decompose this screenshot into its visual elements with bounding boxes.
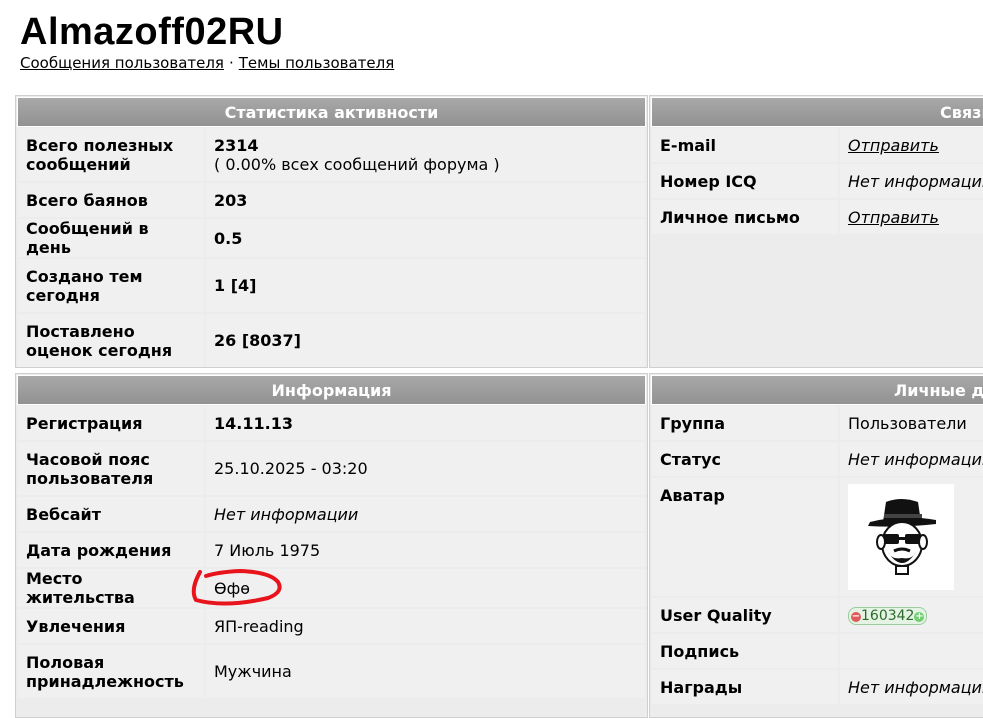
row-value: Отправить [840,200,983,234]
row-label: Увлечения [18,609,204,643]
profile-nav: Сообщения пользователя · Темы пользователя [20,53,394,73]
activity-stats-header: Статистика активности [17,97,646,127]
row-value: −160342+ [840,598,983,632]
row-value: 7 Июль 1975 [206,533,645,567]
row-value: 2314( 0.00% всех сообщений форума ) [206,128,645,181]
row-label: Место жительства [18,569,204,607]
information-header: Информация [17,375,646,405]
send-pm-link[interactable]: Отправить [848,208,939,227]
table-row: Место жительства Өфө [18,569,645,607]
row-label: Личное письмо [652,200,838,234]
user-topics-link[interactable]: Темы пользователя [239,54,395,72]
row-label: Подпись [652,634,838,668]
row-label: Половая принадлежность [18,645,204,698]
information-table: Регистрация 14.11.13 Часовой пояс пользо… [16,404,647,700]
table-row: Увлечения ЯП-reading [18,609,645,643]
row-label: Дата рождения [18,533,204,567]
total-posts-value: 2314 [214,135,259,155]
row-label: Номер ICQ [652,164,838,198]
row-value: Мужчина [206,645,645,698]
heisenberg-avatar-icon [848,484,954,590]
row-label: User Quality [652,598,838,632]
row-label: Часовой пояс пользователя [18,442,204,495]
table-row: Группа Пользователи [652,406,983,440]
row-value [840,478,983,596]
row-label: Вебсайт [18,497,204,531]
table-row: User Quality −160342+ [652,598,983,632]
table-row: E-mail Отправить [652,128,983,162]
activity-stats-panel: Статистика активности Всего полезных соо… [15,95,648,368]
row-label: Всего полезных сообщений [18,128,204,181]
row-label: Создано тем сегодня [18,259,204,312]
location-value: Өфө [206,569,645,607]
contacts-panel: Связь E-mail Отправить Номер ICQ Нет инф… [649,95,983,368]
send-email-link[interactable]: Отправить [848,136,939,155]
row-value: 25.10.2025 - 03:20 [206,442,645,495]
avatar [848,484,954,590]
row-label: Регистрация [18,406,204,440]
row-value: 26 [8037] [206,314,645,367]
personal-data-header: Личные данные [651,375,983,405]
table-row: Аватар [652,478,983,596]
row-value: Нет информации [840,670,983,704]
row-label: Награды [652,670,838,704]
row-label: Поставлено оценок сегодня [18,314,204,367]
information-panel: Информация Регистрация 14.11.13 Часовой … [15,373,648,718]
row-value: Отправить [840,128,983,162]
table-row: Всего полезных сообщений 2314( 0.00% все… [18,128,645,181]
row-label: Группа [652,406,838,440]
user-quality-badge: −160342+ [848,606,928,625]
table-row: Вебсайт Нет информации [18,497,645,531]
table-row: Личное письмо Отправить [652,200,983,234]
quality-minus-button[interactable]: − [851,611,861,622]
table-row: Награды Нет информации [652,670,983,704]
personal-data-table: Группа Пользователи Статус Нет информаци… [650,404,983,706]
user-quality-value: 160342 [861,607,915,624]
contacts-header: Связь [651,97,983,127]
table-row: Статус Нет информации [652,442,983,476]
table-row: Подпись [652,634,983,668]
table-row: Сообщений в день 0.5 [18,219,645,257]
row-value: 203 [206,183,645,217]
row-value: Нет информации [206,497,645,531]
nav-separator: · [228,54,234,72]
table-row: Номер ICQ Нет информации [652,164,983,198]
username-title: Almazoff02RU [20,11,284,53]
table-row: Часовой пояс пользователя 25.10.2025 - 0… [18,442,645,495]
row-label: Сообщений в день [18,219,204,257]
row-value: 14.11.13 [206,406,645,440]
total-posts-share: ( 0.00% всех сообщений форума ) [214,154,500,174]
table-row: Дата рождения 7 Июль 1975 [18,533,645,567]
activity-stats-table: Всего полезных сообщений 2314( 0.00% все… [16,126,647,369]
table-row: Всего баянов 203 [18,183,645,217]
row-label: Всего баянов [18,183,204,217]
table-row: Создано тем сегодня 1 [4] [18,259,645,312]
row-label: E-mail [652,128,838,162]
row-value: 0.5 [206,219,645,257]
personal-data-panel: Личные данные Группа Пользователи Статус… [649,373,983,718]
row-value: Нет информации [840,164,983,198]
row-value [840,634,983,668]
quality-plus-button[interactable]: + [914,611,925,622]
row-value: 1 [4] [206,259,645,312]
table-row: Регистрация 14.11.13 [18,406,645,440]
row-label: Аватар [652,478,838,596]
user-posts-link[interactable]: Сообщения пользователя [20,54,224,72]
row-value: ЯП-reading [206,609,645,643]
row-value: Нет информации [840,442,983,476]
table-row: Поставлено оценок сегодня 26 [8037] [18,314,645,367]
row-label: Статус [652,442,838,476]
contacts-table: E-mail Отправить Номер ICQ Нет информаци… [650,126,983,236]
row-value: Пользователи [840,406,983,440]
table-row: Половая принадлежность Мужчина [18,645,645,698]
